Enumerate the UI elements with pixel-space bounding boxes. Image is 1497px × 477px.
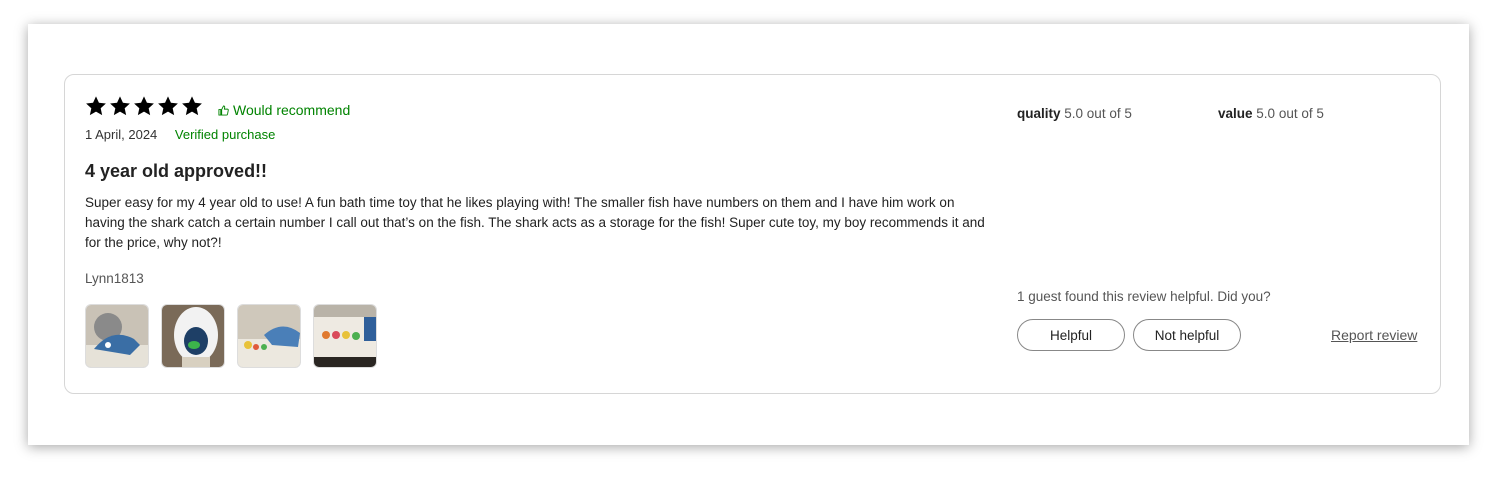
quality-rating: quality 5.0 out of 5 [1017, 106, 1218, 121]
review-body: Super easy for my 4 year old to use! A f… [85, 195, 985, 250]
star-icon [158, 96, 178, 116]
star-icon [86, 96, 106, 116]
value-label: value [1218, 106, 1253, 121]
review-photo[interactable] [313, 304, 377, 368]
review-photo[interactable] [85, 304, 149, 368]
attribute-ratings: quality 5.0 out of 5 value 5.0 out of 5 [1017, 106, 1419, 121]
review-title: 4 year old approved!! [85, 161, 268, 181]
report-review-link[interactable]: Report review [1331, 327, 1417, 343]
helpful-button[interactable]: Helpful [1017, 319, 1125, 351]
star-icon [134, 96, 154, 116]
value-rating: value 5.0 out of 5 [1218, 106, 1419, 121]
quality-value: 5.0 out of 5 [1064, 106, 1132, 121]
review-card: Would recommend 1 April, 2024 Verified p… [64, 74, 1441, 394]
verified-badge: Verified purchase [174, 127, 276, 142]
review-meta: 1 April, 2024 Verified purchase [85, 127, 275, 142]
thumbs-up-icon [218, 104, 229, 116]
not-helpful-button[interactable]: Not helpful [1133, 319, 1241, 351]
star-icon [182, 96, 202, 116]
star-rating [85, 95, 203, 117]
helpful-count-text: 1 guest found this review helpful. Did y… [1017, 289, 1271, 304]
review-photo[interactable] [161, 304, 225, 368]
review-date: 1 April, 2024 [85, 127, 158, 142]
would-recommend: Would recommend [218, 102, 350, 118]
value-value: 5.0 out of 5 [1256, 106, 1324, 121]
review-photos [85, 304, 377, 368]
star-icon [110, 96, 130, 116]
quality-label: quality [1017, 106, 1061, 121]
recommend-label: Would recommend [233, 102, 351, 118]
review-photo[interactable] [237, 304, 301, 368]
review-author: Lynn1813 [85, 271, 144, 286]
review-panel: Would recommend 1 April, 2024 Verified p… [28, 24, 1469, 445]
